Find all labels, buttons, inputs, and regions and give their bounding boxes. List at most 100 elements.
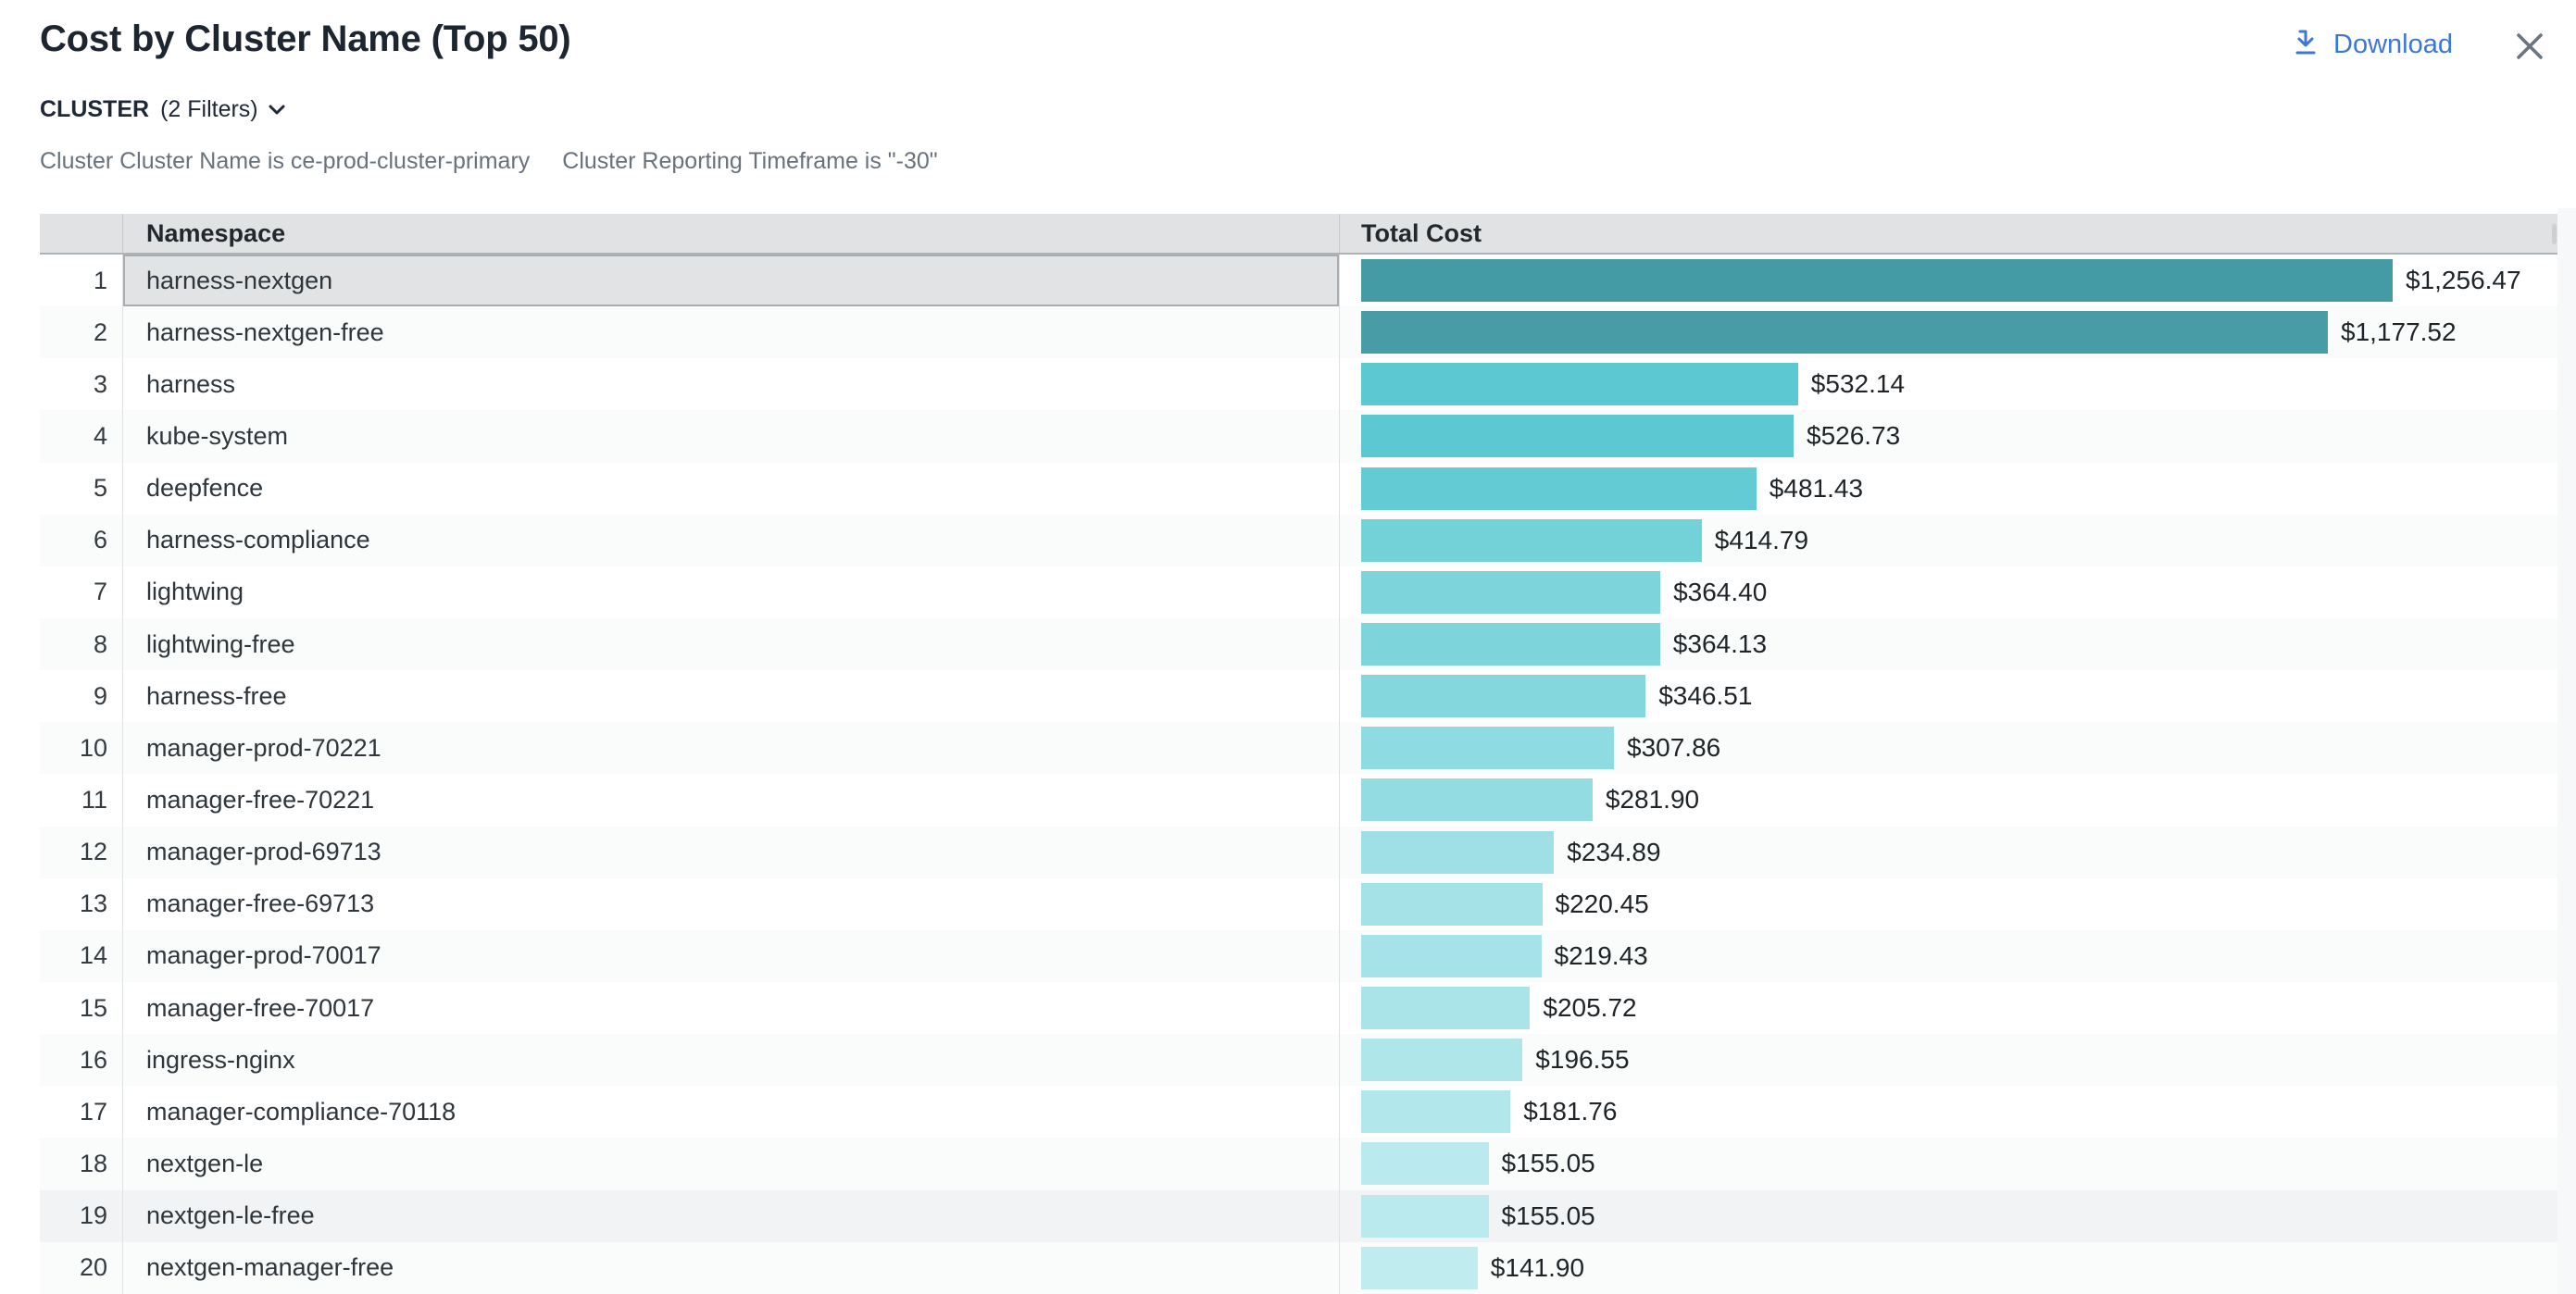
namespace-cell[interactable]: harness-free xyxy=(123,670,1340,722)
total-cost-cell[interactable]: $481.43 xyxy=(1340,463,2557,515)
row-index-cell[interactable]: 15 xyxy=(40,982,123,1034)
row-index-cell[interactable]: 19 xyxy=(40,1190,123,1242)
table-row: 3harness $532.14 xyxy=(40,358,2557,410)
total-cost-cell[interactable]: $141.90 xyxy=(1340,1242,2557,1294)
row-index-cell[interactable]: 12 xyxy=(40,827,123,878)
cost-value: $219.43 xyxy=(1555,941,1648,971)
cost-bar xyxy=(1361,987,1530,1029)
row-index-cell[interactable]: 18 xyxy=(40,1138,123,1189)
namespace-cell[interactable]: manager-free-70017 xyxy=(123,982,1340,1034)
total-cost-cell[interactable]: $219.43 xyxy=(1340,930,2557,982)
cost-value: $307.86 xyxy=(1627,733,1720,763)
cost-value: $364.13 xyxy=(1673,629,1767,659)
total-cost-cell[interactable]: $526.73 xyxy=(1340,410,2557,462)
cost-value: $196.55 xyxy=(1535,1045,1629,1075)
download-label: Download xyxy=(2333,30,2453,60)
cost-bar xyxy=(1361,623,1660,666)
cost-value: $1,256.47 xyxy=(2406,266,2521,295)
namespace-cell[interactable]: manager-free-69713 xyxy=(123,878,1340,930)
cost-value: $414.79 xyxy=(1715,526,1808,555)
namespace-cell[interactable]: nextgen-manager-free xyxy=(123,1242,1340,1294)
namespace-cell[interactable]: nextgen-le xyxy=(123,1138,1340,1189)
row-index-cell[interactable]: 16 xyxy=(40,1034,123,1086)
namespace-cell[interactable]: deepfence xyxy=(123,463,1340,515)
row-index-cell[interactable]: 13 xyxy=(40,878,123,930)
total-cost-column-header: Total Cost xyxy=(1340,214,2557,253)
cost-bar xyxy=(1361,1090,1510,1133)
namespace-cell[interactable]: lightwing-free xyxy=(123,618,1340,670)
cost-value: $1,177.52 xyxy=(2341,317,2457,347)
namespace-cell[interactable]: harness-compliance xyxy=(123,515,1340,566)
namespace-cell[interactable]: manager-prod-70017 xyxy=(123,930,1340,982)
total-cost-cell[interactable]: $205.72 xyxy=(1340,982,2557,1034)
total-cost-cell[interactable]: $281.90 xyxy=(1340,774,2557,826)
namespace-cell[interactable]: manager-compliance-70118 xyxy=(123,1086,1340,1138)
namespace-cell[interactable]: ingress-nginx xyxy=(123,1034,1340,1086)
table-row: 20nextgen-manager-free$141.90 xyxy=(40,1242,2557,1294)
row-index-cell[interactable]: 17 xyxy=(40,1086,123,1138)
total-cost-cell[interactable]: $1,256.47 xyxy=(1340,255,2557,306)
cost-bar xyxy=(1361,1142,1489,1185)
cost-value: $526.73 xyxy=(1807,421,1900,451)
total-cost-cell[interactable]: $346.51 xyxy=(1340,670,2557,722)
namespace-cell[interactable]: harness xyxy=(123,358,1340,410)
total-cost-cell[interactable]: $234.89 xyxy=(1340,827,2557,878)
row-index-cell[interactable]: 9 xyxy=(40,670,123,722)
table-row: 1harness-nextgen $1,256.47 xyxy=(40,255,2557,306)
total-cost-cell[interactable]: $181.76 xyxy=(1340,1086,2557,1138)
row-index-cell[interactable]: 4 xyxy=(40,410,123,462)
cost-value: $181.76 xyxy=(1523,1097,1617,1126)
vertical-scrollbar-thumb[interactable] xyxy=(2552,224,2557,244)
namespace-cell[interactable]: manager-prod-69713 xyxy=(123,827,1340,878)
cost-bar xyxy=(1361,778,1593,821)
row-index-cell[interactable]: 3 xyxy=(40,358,123,410)
table-row: 4kube-system $526.73 xyxy=(40,410,2557,462)
table-row: 14manager-prod-70017 $219.43 xyxy=(40,930,2557,982)
total-cost-cell[interactable]: $414.79 xyxy=(1340,515,2557,566)
cost-bar xyxy=(1361,1195,1489,1238)
close-button[interactable] xyxy=(2511,28,2548,65)
cost-value: $532.14 xyxy=(1811,369,1905,399)
row-index-cell[interactable]: 20 xyxy=(40,1242,123,1294)
namespace-cell[interactable]: nextgen-le-free xyxy=(123,1190,1340,1242)
namespace-cell[interactable]: manager-prod-70221 xyxy=(123,722,1340,774)
applied-filter-cluster-name: Cluster Cluster Name is ce-prod-cluster-… xyxy=(40,148,530,175)
total-cost-cell[interactable]: $1,177.52 xyxy=(1340,306,2557,358)
total-cost-cell[interactable]: $532.14 xyxy=(1340,358,2557,410)
row-index-cell[interactable]: 10 xyxy=(40,722,123,774)
cost-bar xyxy=(1361,935,1542,977)
namespace-cell[interactable]: lightwing xyxy=(123,566,1340,618)
row-index-cell[interactable]: 5 xyxy=(40,463,123,515)
table-row: 10manager-prod-70221 $307.86 xyxy=(40,722,2557,774)
cost-value: $281.90 xyxy=(1606,785,1699,815)
row-index-cell[interactable]: 11 xyxy=(40,774,123,826)
cluster-filters-dropdown[interactable]: CLUSTER (2 Filters) xyxy=(40,96,286,123)
namespace-cell[interactable]: manager-free-70221 xyxy=(123,774,1340,826)
table-row: 6harness-compliance $414.79 xyxy=(40,515,2557,566)
row-index-cell[interactable]: 6 xyxy=(40,515,123,566)
applied-filter-timeframe: Cluster Reporting Timeframe is "-30" xyxy=(562,148,937,175)
total-cost-cell[interactable]: $220.45 xyxy=(1340,878,2557,930)
download-button[interactable]: Download xyxy=(2291,24,2453,65)
total-cost-cell[interactable]: $307.86 xyxy=(1340,722,2557,774)
total-cost-cell[interactable]: $155.05 xyxy=(1340,1138,2557,1189)
cost-value: $220.45 xyxy=(1556,890,1649,919)
row-index-cell[interactable]: 8 xyxy=(40,618,123,670)
namespace-cell[interactable]: harness-nextgen-free xyxy=(123,306,1340,358)
row-index-cell[interactable]: 14 xyxy=(40,930,123,982)
total-cost-cell[interactable]: $364.40 xyxy=(1340,566,2557,618)
namespace-cell[interactable]: harness-nextgen xyxy=(123,255,1340,306)
cost-bar xyxy=(1361,311,2328,354)
row-index-cell[interactable]: 1 xyxy=(40,255,123,306)
cost-value: $234.89 xyxy=(1567,838,1660,867)
cost-bar xyxy=(1361,831,1554,874)
cost-bar xyxy=(1361,675,1645,717)
row-index-cell[interactable]: 2 xyxy=(40,306,123,358)
total-cost-cell[interactable]: $155.05 xyxy=(1340,1190,2557,1242)
total-cost-cell[interactable]: $364.13 xyxy=(1340,618,2557,670)
table-row: 12manager-prod-69713 $234.89 xyxy=(40,827,2557,878)
row-index-cell[interactable]: 7 xyxy=(40,566,123,618)
total-cost-cell[interactable]: $196.55 xyxy=(1340,1034,2557,1086)
namespace-cell[interactable]: kube-system xyxy=(123,410,1340,462)
cost-value: $481.43 xyxy=(1769,474,1863,504)
